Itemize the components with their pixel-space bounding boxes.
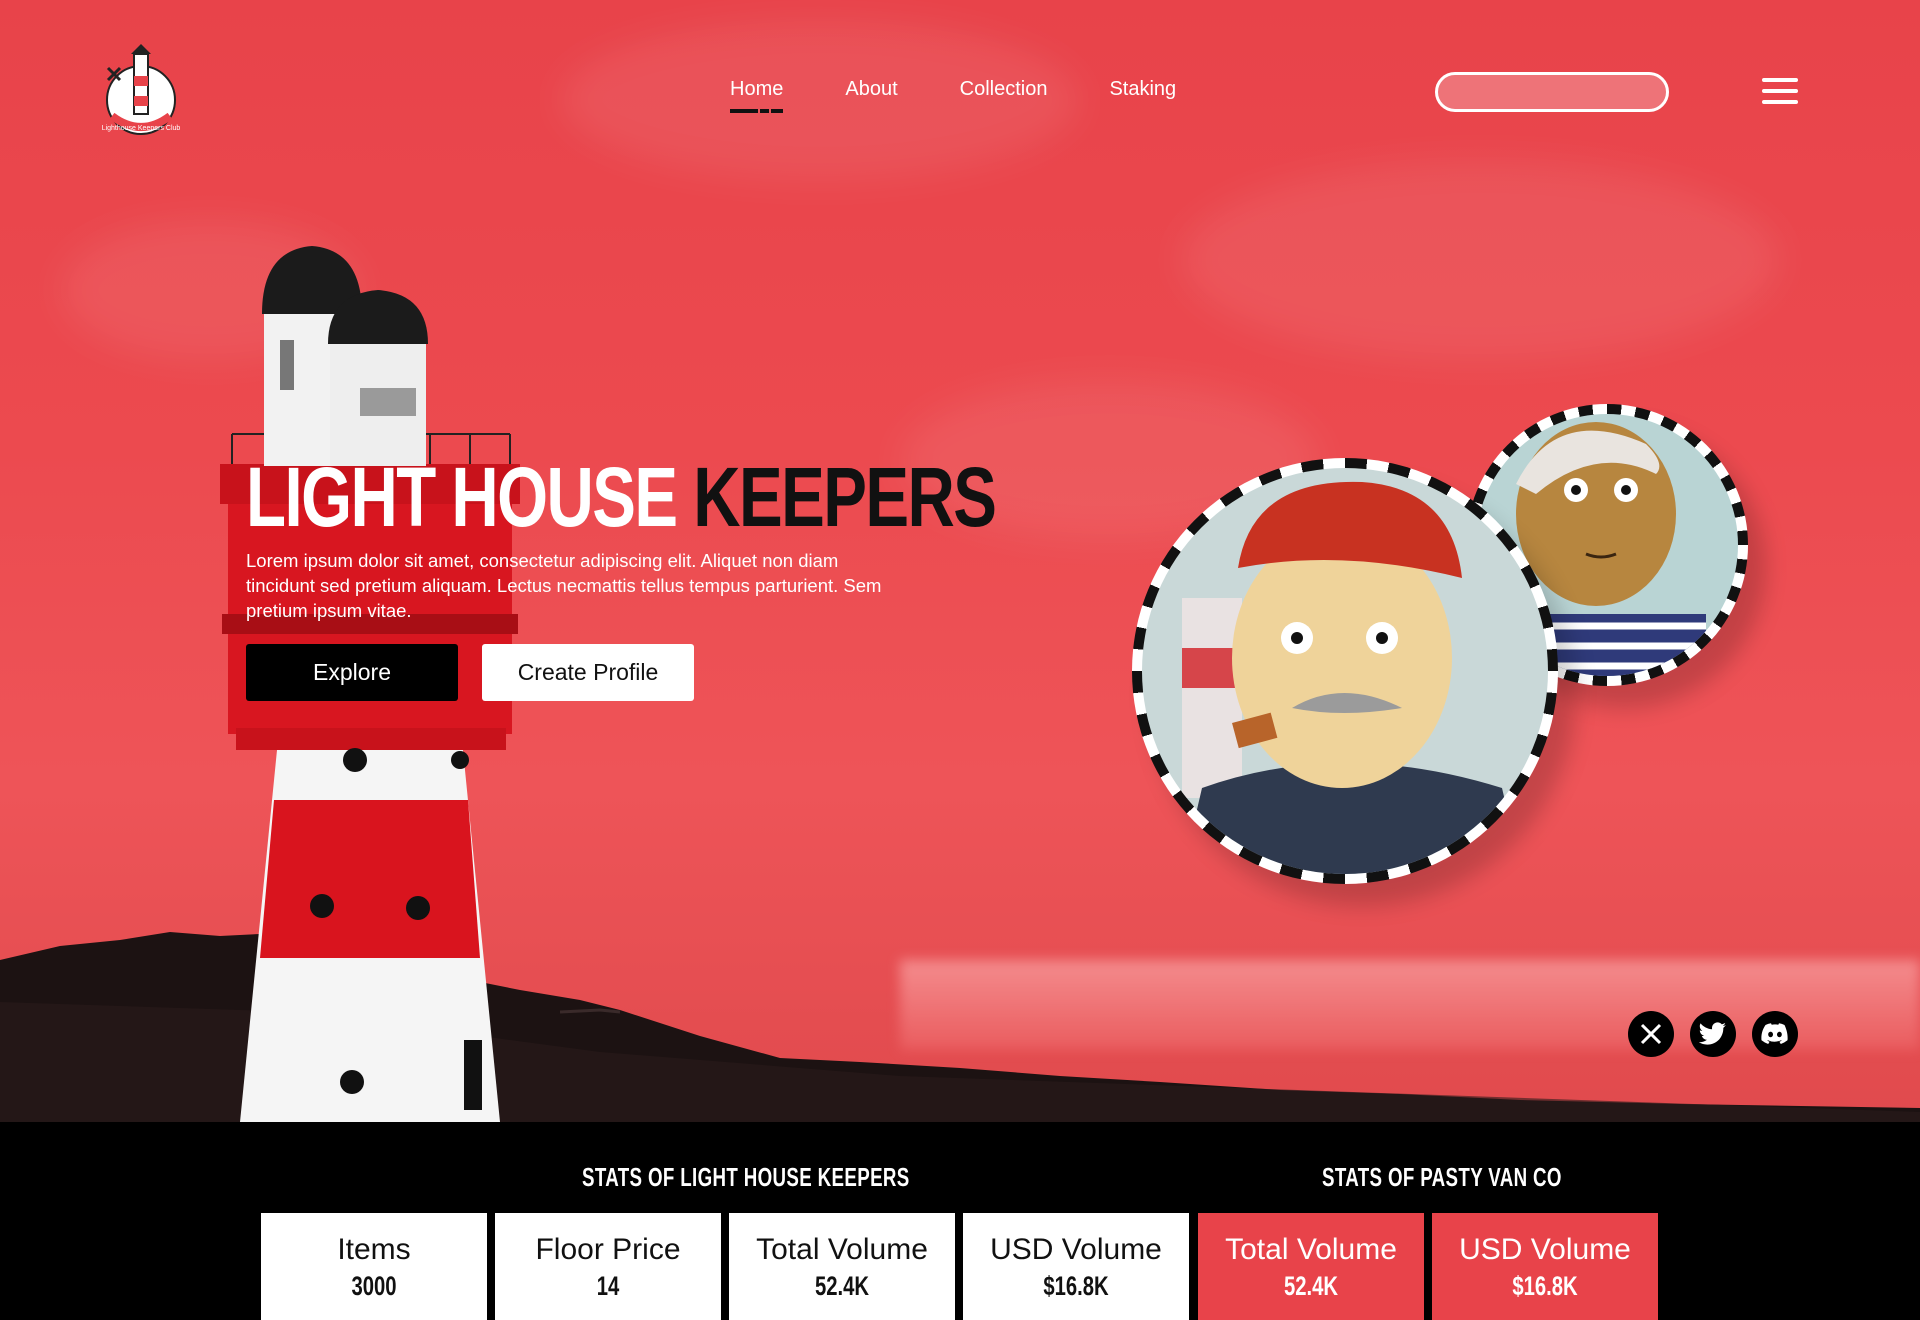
- stat-label: USD Volume: [990, 1233, 1162, 1266]
- stat-card-pasty-usd-volume: USD Volume $16.8K: [1432, 1213, 1658, 1320]
- stat-label: USD Volume: [1459, 1233, 1631, 1266]
- stat-label: Floor Price: [535, 1233, 681, 1266]
- discord-icon[interactable]: [1752, 1011, 1798, 1057]
- stat-value: 14: [596, 1271, 620, 1301]
- nav-home[interactable]: Home: [730, 78, 784, 113]
- hero-title-white: LIGHT HOUSE: [246, 450, 678, 544]
- stat-value: 52.4K: [814, 1271, 870, 1301]
- logo-text: Lighthouse Keepers Club: [102, 125, 181, 132]
- hero-title-black: KEEPERS: [693, 450, 997, 544]
- keeper-portrait-1: [1182, 481, 1522, 874]
- hero-description: Lorem ipsum dolor sit amet, consectetur …: [246, 550, 882, 621]
- explore-button[interactable]: Explore: [246, 644, 458, 701]
- main-nav: Home About Collection Staking: [730, 78, 1238, 113]
- x-icon[interactable]: [1628, 1011, 1674, 1057]
- stat-label: Total Volume: [756, 1233, 928, 1266]
- stat-card-items: Items 3000: [261, 1213, 487, 1320]
- nav-staking[interactable]: Staking: [1109, 78, 1176, 101]
- stat-card-usd-volume: USD Volume $16.8K: [963, 1213, 1189, 1320]
- stats-heading-pasty: STATS OF PASTY VAN CO: [1322, 1162, 1562, 1192]
- stat-card-floor-price: Floor Price 14: [495, 1213, 721, 1320]
- twitter-icon[interactable]: [1690, 1011, 1736, 1057]
- stat-value: 52.4K: [1283, 1271, 1339, 1301]
- stats-heading-lhk: STATS OF LIGHT HOUSE KEEPERS: [582, 1162, 910, 1192]
- nav-about[interactable]: About: [845, 78, 897, 101]
- hamburger-menu-icon[interactable]: [1762, 78, 1798, 104]
- nav-collection[interactable]: Collection: [960, 78, 1048, 101]
- avatar-keeper-1[interactable]: [1132, 458, 1558, 884]
- search-input[interactable]: [1464, 83, 1671, 101]
- hero-section: Lighthouse Keepers Club Home About Colle…: [0, 0, 1920, 1122]
- stat-label: Items: [337, 1233, 411, 1266]
- stat-value: $16.8K: [1512, 1271, 1578, 1301]
- hero-title: LIGHT HOUSE KEEPERS: [246, 455, 997, 539]
- create-profile-button[interactable]: Create Profile: [482, 644, 694, 701]
- lighthouse-keepers-logo[interactable]: Lighthouse Keepers Club: [98, 38, 184, 142]
- stat-value: $16.8K: [1043, 1271, 1109, 1301]
- stat-card-pasty-total-volume: Total Volume 52.4K: [1198, 1213, 1424, 1320]
- search-box[interactable]: [1435, 72, 1671, 112]
- stat-label: Total Volume: [1225, 1233, 1397, 1266]
- stat-value: 3000: [351, 1271, 397, 1301]
- stat-card-total-volume: Total Volume 52.4K: [729, 1213, 955, 1320]
